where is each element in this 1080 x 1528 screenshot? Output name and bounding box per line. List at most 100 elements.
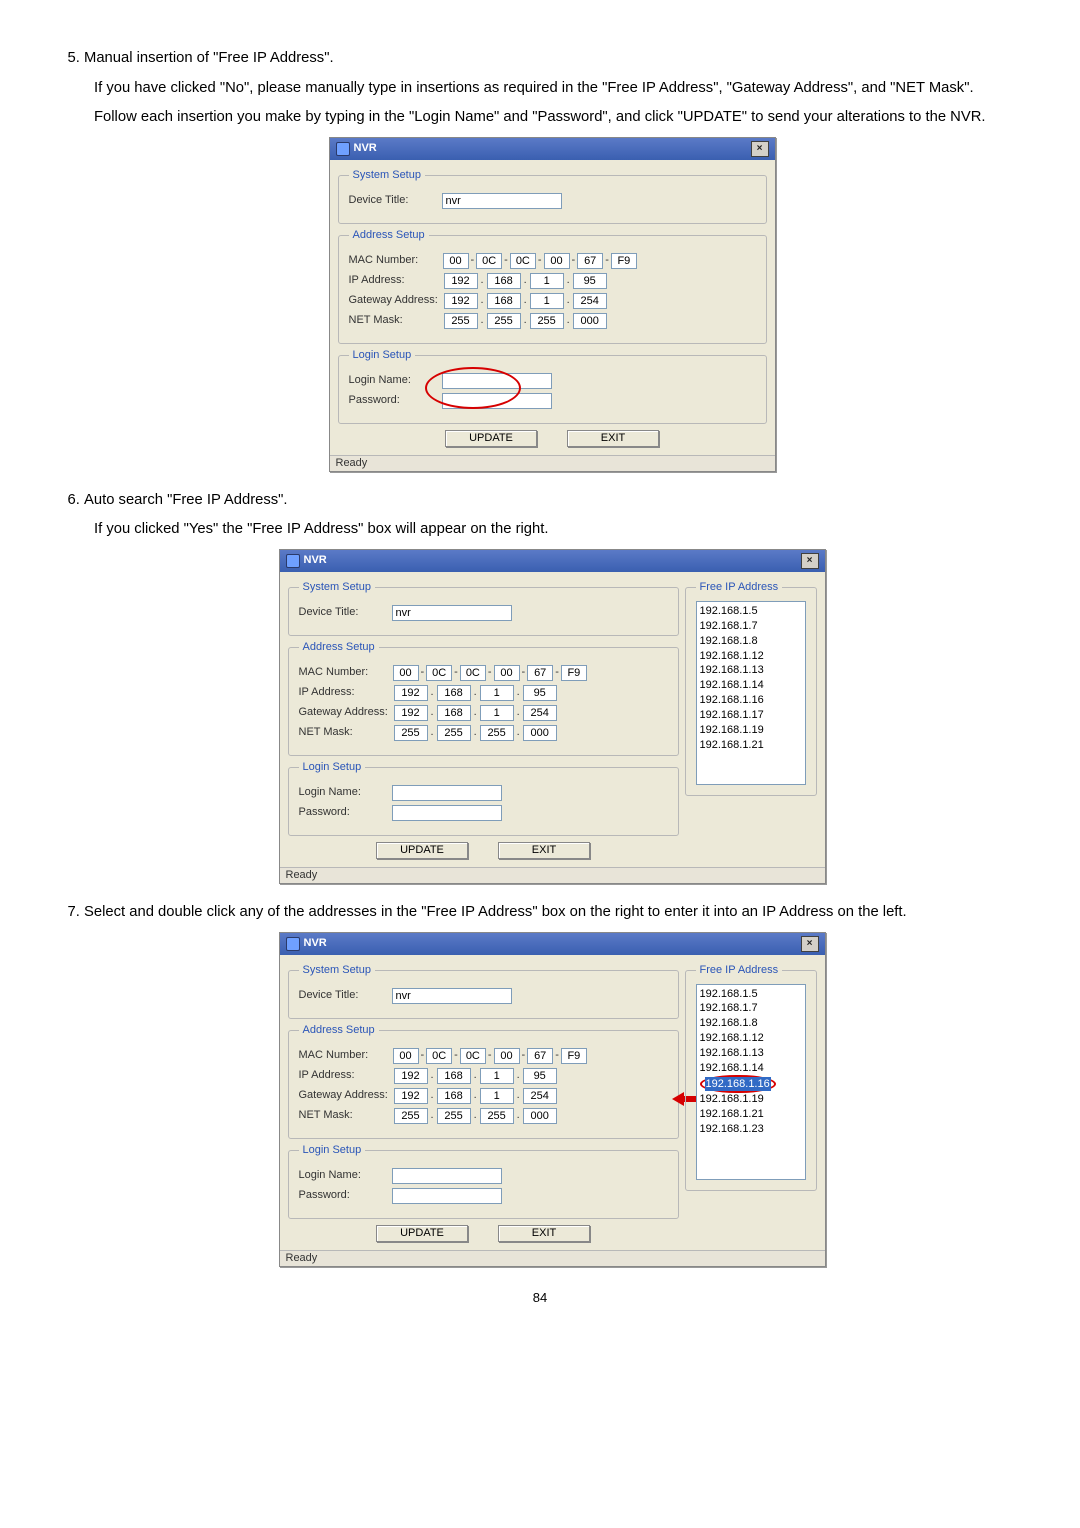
mac-1[interactable] — [476, 253, 502, 269]
mac-3[interactable] — [494, 1048, 520, 1064]
login-name-input[interactable] — [392, 785, 502, 801]
gw-0[interactable] — [444, 293, 478, 309]
nm-1[interactable] — [437, 725, 471, 741]
device-title-input[interactable] — [392, 605, 512, 621]
list-item[interactable]: 192.168.1.21 — [700, 738, 802, 753]
list-item[interactable]: 192.168.1.23 — [700, 1122, 802, 1137]
legend-login: Login Setup — [299, 762, 366, 773]
label-netmask: NET Mask: — [349, 315, 442, 326]
password-input[interactable] — [392, 805, 502, 821]
gw-2[interactable] — [530, 293, 564, 309]
mac-0[interactable] — [443, 253, 469, 269]
label-ip: IP Address: — [349, 275, 442, 286]
close-icon[interactable]: × — [801, 553, 819, 569]
gw-2[interactable] — [480, 705, 514, 721]
mac-0[interactable] — [393, 665, 419, 681]
mac-1[interactable] — [426, 665, 452, 681]
ip-3[interactable] — [523, 1068, 557, 1084]
nm-2[interactable] — [480, 1108, 514, 1124]
nm-1[interactable] — [487, 313, 521, 329]
gw-1[interactable] — [437, 705, 471, 721]
list-item[interactable]: 192.168.1.7 — [700, 1001, 802, 1016]
gw-0[interactable] — [394, 705, 428, 721]
list-item[interactable]: 192.168.1.13 — [700, 1046, 802, 1061]
mac-4[interactable] — [527, 665, 553, 681]
ip-2[interactable] — [530, 273, 564, 289]
gw-3[interactable] — [523, 705, 557, 721]
nm-2[interactable] — [530, 313, 564, 329]
list-item[interactable]: 192.168.1.14 — [700, 1061, 802, 1076]
exit-button[interactable]: EXIT — [498, 842, 590, 859]
list-item[interactable]: 192.168.1.8 — [700, 634, 802, 649]
list-item[interactable]: 192.168.1.21 — [700, 1107, 802, 1122]
exit-button[interactable]: EXIT — [567, 430, 659, 447]
free-ip-list[interactable]: 192.168.1.5 192.168.1.7 192.168.1.8 192.… — [696, 601, 806, 785]
list-item[interactable]: 192.168.1.19 — [700, 1092, 802, 1107]
mac-2[interactable] — [460, 665, 486, 681]
ip-2[interactable] — [480, 685, 514, 701]
nm-0[interactable] — [444, 313, 478, 329]
ip-2[interactable] — [480, 1068, 514, 1084]
mac-5[interactable] — [561, 1048, 587, 1064]
update-button[interactable]: UPDATE — [376, 842, 468, 859]
device-title-input[interactable] — [442, 193, 562, 209]
mac-4[interactable] — [577, 253, 603, 269]
list-item[interactable]: 192.168.1.12 — [700, 649, 802, 664]
nm-0[interactable] — [394, 725, 428, 741]
ip-0[interactable] — [444, 273, 478, 289]
step5-title: Manual insertion of "Free IP Address". — [84, 50, 334, 66]
login-name-input[interactable] — [392, 1168, 502, 1184]
legend-system: System Setup — [299, 965, 375, 976]
nm-0[interactable] — [394, 1108, 428, 1124]
mac-5[interactable] — [561, 665, 587, 681]
mac-1[interactable] — [426, 1048, 452, 1064]
list-item[interactable]: 192.168.1.19 — [700, 723, 802, 738]
gw-0[interactable] — [394, 1088, 428, 1104]
mac-2[interactable] — [510, 253, 536, 269]
gw-2[interactable] — [480, 1088, 514, 1104]
nm-2[interactable] — [480, 725, 514, 741]
list-item[interactable]: 192.168.1.17 — [700, 708, 802, 723]
ip-1[interactable] — [437, 685, 471, 701]
list-item-selected[interactable]: 192.168.1.16 — [700, 1076, 802, 1093]
nm-1[interactable] — [437, 1108, 471, 1124]
ip-3[interactable] — [523, 685, 557, 701]
list-item[interactable]: 192.168.1.8 — [700, 1016, 802, 1031]
gw-3[interactable] — [523, 1088, 557, 1104]
nm-3[interactable] — [523, 725, 557, 741]
label-netmask: NET Mask: — [299, 1110, 392, 1121]
ip-1[interactable] — [437, 1068, 471, 1084]
list-item[interactable]: 192.168.1.5 — [700, 987, 802, 1002]
gw-1[interactable] — [437, 1088, 471, 1104]
nm-3[interactable] — [523, 1108, 557, 1124]
password-input[interactable] — [392, 1188, 502, 1204]
gw-1[interactable] — [487, 293, 521, 309]
update-button[interactable]: UPDATE — [445, 430, 537, 447]
login-setup-group: Login Setup Login Name: Password: — [288, 762, 679, 836]
list-item[interactable]: 192.168.1.13 — [700, 663, 802, 678]
ip-1[interactable] — [487, 273, 521, 289]
list-item[interactable]: 192.168.1.16 — [700, 693, 802, 708]
nm-3[interactable] — [573, 313, 607, 329]
list-item[interactable]: 192.168.1.5 — [700, 604, 802, 619]
exit-button[interactable]: EXIT — [498, 1225, 590, 1242]
mac-4[interactable] — [527, 1048, 553, 1064]
ip-3[interactable] — [573, 273, 607, 289]
ip-0[interactable] — [394, 1068, 428, 1084]
gw-3[interactable] — [573, 293, 607, 309]
mac-0[interactable] — [393, 1048, 419, 1064]
mac-3[interactable] — [544, 253, 570, 269]
login-setup-group: Login Setup Login Name: Password: — [338, 350, 767, 424]
ip-0[interactable] — [394, 685, 428, 701]
mac-3[interactable] — [494, 665, 520, 681]
close-icon[interactable]: × — [801, 936, 819, 952]
free-ip-list[interactable]: 192.168.1.5 192.168.1.7 192.168.1.8 192.… — [696, 984, 806, 1180]
device-title-input[interactable] — [392, 988, 512, 1004]
close-icon[interactable]: × — [751, 141, 769, 157]
update-button[interactable]: UPDATE — [376, 1225, 468, 1242]
list-item[interactable]: 192.168.1.12 — [700, 1031, 802, 1046]
mac-5[interactable] — [611, 253, 637, 269]
list-item[interactable]: 192.168.1.7 — [700, 619, 802, 634]
mac-2[interactable] — [460, 1048, 486, 1064]
list-item[interactable]: 192.168.1.14 — [700, 678, 802, 693]
